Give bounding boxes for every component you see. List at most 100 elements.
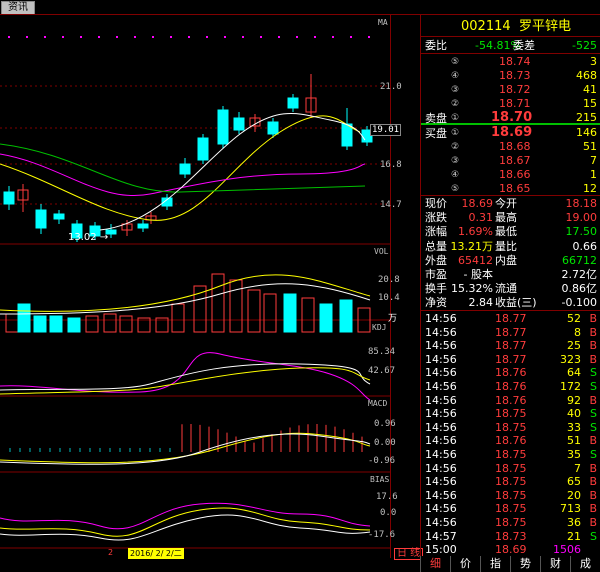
kdj-tick-2: 42.67	[368, 366, 396, 376]
volume-bar	[171, 303, 185, 333]
tick-side: B	[589, 475, 597, 489]
bottom-tab[interactable]: 财	[540, 556, 570, 572]
ask-level-index: ③	[451, 85, 460, 95]
ask-level-index: ②	[451, 99, 460, 109]
tick-volume: 92	[567, 393, 581, 407]
volume-bar	[229, 279, 243, 333]
tick-volume: 52	[567, 312, 581, 325]
ask-price: 18.71	[499, 97, 531, 110]
tick-row[interactable]: 14:56 18.75 713 B	[421, 502, 600, 515]
ma-marker-dot	[242, 36, 244, 38]
kline-chart-area[interactable]	[0, 14, 391, 558]
stat-value: 18.18	[565, 197, 598, 210]
tick-volume: 25	[567, 339, 581, 353]
stat-label: 换手	[425, 282, 447, 296]
bid-level-index: ⑤	[451, 184, 460, 194]
tick-volume: 172	[560, 380, 581, 393]
price-tick-4: 14.7	[380, 200, 402, 210]
candle-body	[3, 191, 15, 205]
tick-time: 14:56	[425, 393, 457, 407]
volume-bar	[17, 303, 31, 333]
tick-side: S	[590, 448, 597, 461]
tick-row[interactable]: 14:56 18.75 65 B	[421, 475, 600, 488]
tick-side: B	[589, 502, 597, 516]
tick-row[interactable]: 15:00 18.69 1506	[421, 543, 600, 556]
kdj-tick-1: 85.34	[368, 347, 396, 357]
tick-side: B	[589, 434, 597, 448]
tick-row[interactable]: 14:56 18.76 172 S	[421, 380, 600, 393]
tick-price: 18.69	[495, 543, 527, 557]
kline-chart-svg[interactable]	[0, 14, 390, 558]
volume-bar	[103, 313, 117, 333]
bias-line-3	[0, 514, 371, 541]
bid-level-index: ④	[451, 170, 460, 180]
tick-row[interactable]: 14:56 18.77 25 B	[421, 339, 600, 352]
volume-bar	[49, 315, 63, 333]
volume-bar	[247, 289, 261, 333]
tick-row[interactable]: 14:56 18.75 33 S	[421, 421, 600, 434]
stat-row: 总量 13.21万 量比 0.66	[421, 240, 600, 254]
stat-value: 19.00	[565, 211, 598, 225]
ma-marker-dot	[26, 36, 28, 38]
bid-volume: 51	[583, 140, 597, 153]
bottom-tab[interactable]: 价	[450, 556, 480, 572]
bottom-tab[interactable]: 成	[570, 556, 600, 572]
tick-row[interactable]: 14:57 18.73 21 S	[421, 530, 600, 543]
ask-volume: 41	[583, 83, 597, 96]
tick-time: 14:56	[425, 325, 457, 339]
tick-row[interactable]: 14:56 18.75 20 B	[421, 489, 600, 502]
tick-row[interactable]: 14:56 18.75 36 B	[421, 516, 600, 529]
tick-price: 18.75	[495, 502, 527, 516]
tick-price: 18.75	[495, 516, 527, 529]
stat-row: 涨跌 0.31 最高 19.00	[421, 211, 600, 225]
tick-row[interactable]: 14:56 18.76 92 B	[421, 394, 600, 407]
bid-level-row: ③ 18.67 7	[421, 154, 600, 168]
tick-side: B	[589, 339, 597, 353]
ask-price: 18.73	[499, 69, 531, 82]
tick-side: S	[590, 420, 597, 434]
period-selector[interactable]: 日 线	[394, 548, 424, 560]
tick-side: B	[589, 325, 597, 339]
ask-price: 18.74	[499, 55, 531, 68]
ma-marker-dot	[350, 36, 352, 38]
bid-price: 18.65	[499, 182, 531, 195]
candle-body	[53, 213, 65, 220]
tick-price: 18.77	[495, 312, 527, 325]
stat-value: 15.32%	[451, 282, 493, 296]
macd-tick-1: 0.96	[374, 419, 396, 429]
kdj-label: KDJ	[372, 323, 387, 332]
stat-label: 现价	[425, 197, 447, 210]
bottom-tab[interactable]: 势	[510, 556, 540, 572]
tick-time: 14:56	[425, 420, 457, 434]
stat-label: 流通	[495, 282, 517, 296]
tick-row[interactable]: 14:56 18.75 40 S	[421, 407, 600, 420]
stat-row: 涨幅 1.69% 最低 17.50	[421, 225, 600, 239]
tick-volume: 40	[567, 407, 581, 421]
tick-row[interactable]: 14:56 18.76 64 S	[421, 366, 600, 379]
tick-row[interactable]: 14:56 18.76 51 B	[421, 434, 600, 447]
bid-level-index: ②	[451, 142, 460, 152]
bid-volume: 1	[590, 168, 597, 181]
tick-row[interactable]: 14:56 18.75 35 S	[421, 448, 600, 461]
tick-row[interactable]: 14:56 18.75 7 B	[421, 462, 600, 475]
bottom-tab[interactable]: 指	[480, 556, 510, 572]
candle-body	[197, 137, 209, 161]
bid-price: 18.68	[499, 140, 531, 153]
bias-tick-1: 17.6	[376, 492, 398, 502]
tick-row[interactable]: 14:56 18.77 323 B	[421, 353, 600, 366]
volume-bar	[301, 297, 315, 333]
tick-row[interactable]: 14:56 18.77 52 B	[421, 312, 600, 325]
stat-label: 净资	[425, 296, 447, 310]
stat-value: 2.72亿	[561, 268, 598, 281]
date-left-marker: 2	[108, 548, 114, 557]
stat-row: 净资 2.84 收益(三) -0.100	[421, 296, 600, 310]
bid-volume: 7	[590, 154, 597, 167]
macd-label: MACD	[368, 399, 388, 408]
ma-line-magenta	[0, 153, 366, 196]
bottom-tab[interactable]: 细	[420, 556, 450, 572]
tick-price: 18.76	[495, 434, 527, 448]
stat-value: 0.66	[572, 239, 598, 253]
tab-news[interactable]: 资讯	[1, 1, 35, 15]
tick-row[interactable]: 14:56 18.77 8 B	[421, 326, 600, 339]
tick-volume: 65	[567, 475, 581, 489]
